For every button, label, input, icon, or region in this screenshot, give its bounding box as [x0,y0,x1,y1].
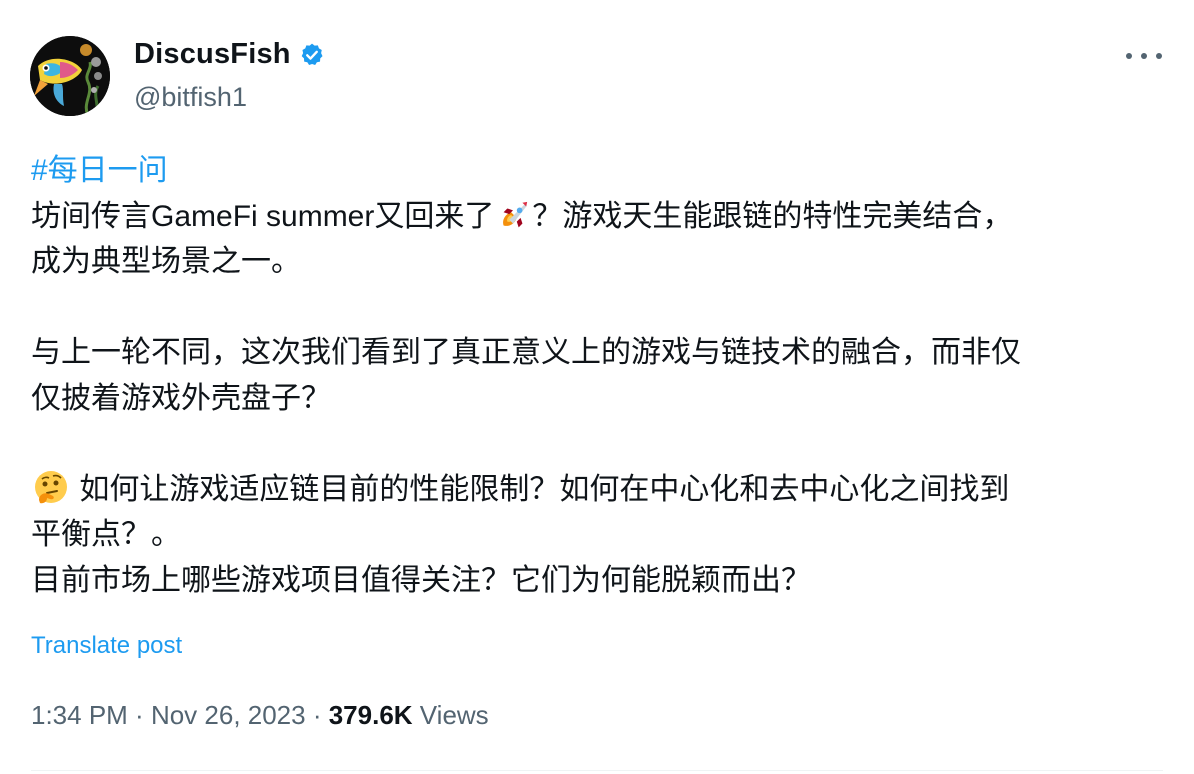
verified-badge-icon[interactable] [299,42,325,68]
post-line: 如何让游戏适应链目前的性能限制？如何在中心化和去中心化之间找到 [31,467,1171,513]
fish-avatar-icon [30,36,110,116]
post-text-segment: ？游戏天生能跟链的特性完美结合， [532,199,1013,233]
meta-separator: · [305,700,329,730]
views-label: Views [419,700,489,730]
post-text: #每日一问 坊间传言GameFi summer又回来了 ？游戏天生能跟链的特性完… [31,148,1171,603]
post-time[interactable]: 1:34 PM [31,700,128,730]
author-name-row: DiscusFish [134,38,325,71]
dot-icon [1126,53,1132,59]
translate-post-link[interactable]: Translate post [31,632,182,660]
post-meta: 1:34 PM · Nov 26, 2023 · 379.6K Views [31,700,489,731]
post-line: 平衡点？。 [31,518,181,551]
post-text-segment: 坊间传言GameFi summer又回来了 [31,199,495,233]
thinking-face-icon [35,470,67,503]
post-line: 目前市场上哪些游戏项目值得关注？它们为何能脱颖而出？ [31,563,811,597]
post-line: 与上一轮不同，这次我们看到了真正意义上的游戏与链技术的融合，而非仅 [31,336,1021,369]
rocket-icon [503,201,528,227]
post-date[interactable]: Nov 26, 2023 [151,700,306,730]
hashtag-link[interactable]: #每日一问 [31,154,168,187]
avatar[interactable] [30,36,110,116]
views-count: 379.6K [328,700,413,730]
post-line: 成为典型场景之一。 [31,245,301,278]
dot-icon [1156,53,1162,59]
post-line: 坊间传言GameFi summer又回来了 ？游戏天生能跟链的特性完美结合， [31,194,1171,240]
meta-separator: · [127,700,151,730]
dot-icon [1141,53,1147,59]
hashtag-line: #每日一问 [31,148,1171,194]
divider [31,770,1163,771]
more-options-button[interactable] [1126,48,1162,64]
post-text-segment: 如何让游戏适应链目前的性能限制？如何在中心化和去中心化之间找到 [79,472,1010,506]
user-handle[interactable]: @bitfish1 [134,82,247,113]
display-name[interactable]: DiscusFish [134,38,291,71]
post-line: 仅披着游戏外壳盘子？ [31,381,331,415]
